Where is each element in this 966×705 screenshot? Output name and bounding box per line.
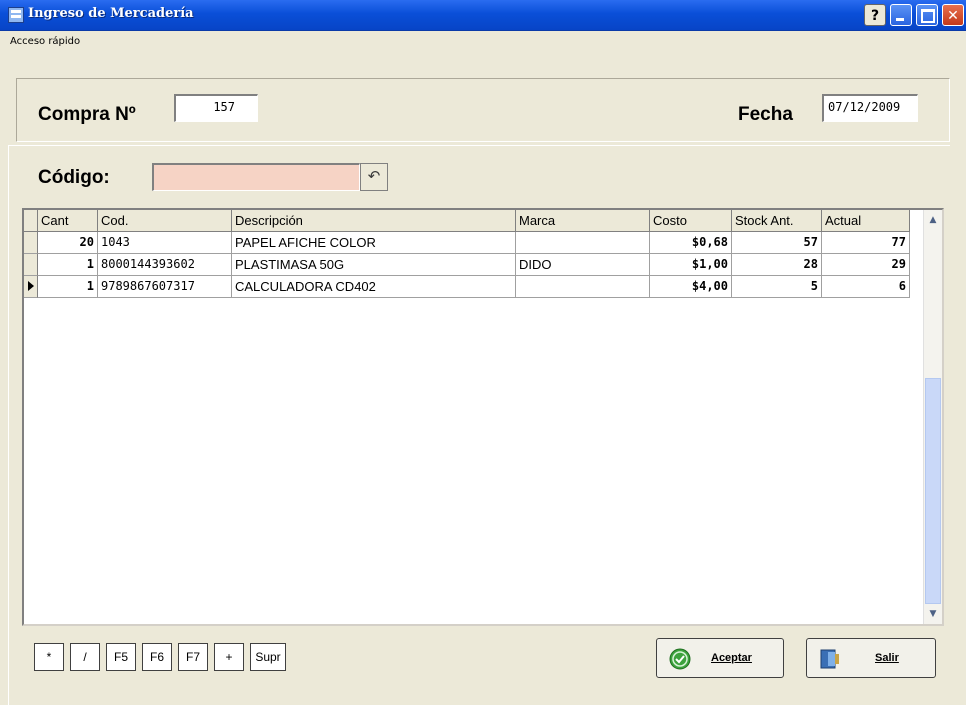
col-header-stock-ant[interactable]: Stock Ant.: [732, 210, 822, 232]
check-circle-icon: [669, 648, 691, 670]
cell-marca[interactable]: DIDO: [516, 254, 650, 276]
compra-number-field[interactable]: 157: [174, 94, 258, 122]
fecha-label: Fecha: [738, 104, 793, 125]
cell-cant[interactable]: 1: [38, 254, 98, 276]
key-plus-button[interactable]: +: [214, 643, 244, 671]
col-header-marca[interactable]: Marca: [516, 210, 650, 232]
title-bar[interactable]: Ingreso de Mercadería ? ✕: [0, 0, 966, 31]
cell-descripcion[interactable]: PLASTIMASA 50G: [232, 254, 516, 276]
menu-item-quick-access[interactable]: Acceso rápido: [10, 36, 80, 47]
cell-costo[interactable]: $4,00: [650, 276, 732, 298]
col-header-actual[interactable]: Actual: [822, 210, 910, 232]
close-button[interactable]: ✕: [942, 4, 964, 26]
codigo-label: Código:: [38, 167, 110, 188]
row-indicator[interactable]: [24, 254, 38, 276]
minimize-button[interactable]: [890, 4, 912, 26]
help-button[interactable]: ?: [864, 4, 886, 26]
menu-bar: Acceso rápido: [0, 31, 966, 55]
col-header-cod[interactable]: Cod.: [98, 210, 232, 232]
compra-number-value: 157: [213, 100, 235, 114]
key-asterisk-button[interactable]: *: [34, 643, 64, 671]
cell-cant[interactable]: 1: [38, 276, 98, 298]
current-row-pointer-icon: [28, 281, 34, 291]
col-header-descripcion[interactable]: Descripción: [232, 210, 516, 232]
scroll-up-icon[interactable]: ▲: [925, 212, 941, 228]
fecha-value: 07/12/2009: [828, 100, 901, 114]
purchase-header-panel: [16, 78, 950, 142]
cell-descripcion[interactable]: CALCULADORA CD402: [232, 276, 516, 298]
cell-actual[interactable]: 77: [822, 232, 910, 254]
accept-label: Aceptar: [711, 652, 752, 664]
cell-actual[interactable]: 29: [822, 254, 910, 276]
key-f6-button[interactable]: F6: [142, 643, 172, 671]
cell-cod[interactable]: 9789867607317: [98, 276, 232, 298]
window-app-icon: [8, 7, 24, 23]
table-row-current[interactable]: 1 9789867607317 CALCULADORA CD402 $4,00 …: [24, 276, 924, 298]
cell-costo[interactable]: $1,00: [650, 254, 732, 276]
col-header-costo[interactable]: Costo: [650, 210, 732, 232]
cell-stock-ant[interactable]: 5: [732, 276, 822, 298]
cell-cant[interactable]: 20: [38, 232, 98, 254]
cell-marca[interactable]: [516, 276, 650, 298]
col-header-cant[interactable]: Cant: [38, 210, 98, 232]
cell-stock-ant[interactable]: 28: [732, 254, 822, 276]
cell-costo[interactable]: $0,68: [650, 232, 732, 254]
row-indicator-current[interactable]: [24, 276, 38, 298]
table-row[interactable]: 20 1043 PAPEL AFICHE COLOR $0,68 57 77: [24, 232, 924, 254]
exit-label: Salir: [875, 652, 899, 664]
key-supr-button[interactable]: Supr: [250, 643, 286, 671]
exit-button[interactable]: Salir: [806, 638, 936, 678]
cell-marca[interactable]: [516, 232, 650, 254]
grid-header-row: Cant Cod. Descripción Marca Costo Stock …: [24, 210, 924, 232]
fecha-field[interactable]: 07/12/2009: [822, 94, 918, 122]
maximize-button[interactable]: [916, 4, 938, 26]
door-exit-icon: [820, 649, 839, 669]
codigo-input[interactable]: [152, 163, 360, 191]
cell-stock-ant[interactable]: 57: [732, 232, 822, 254]
cell-cod[interactable]: 8000144393602: [98, 254, 232, 276]
cell-descripcion[interactable]: PAPEL AFICHE COLOR: [232, 232, 516, 254]
scroll-down-icon[interactable]: ▼: [925, 606, 941, 622]
window-title: Ingreso de Mercadería: [28, 6, 194, 21]
key-f7-button[interactable]: F7: [178, 643, 208, 671]
grid-vertical-scrollbar[interactable]: ▲ ▼: [923, 210, 942, 624]
search-arrow-icon: ↶: [367, 167, 381, 185]
scroll-thumb[interactable]: [925, 378, 941, 604]
compra-label: Compra Nº: [38, 104, 136, 125]
table-row[interactable]: 1 8000144393602 PLASTIMASA 50G DIDO $1,0…: [24, 254, 924, 276]
row-indicator[interactable]: [24, 232, 38, 254]
cell-cod[interactable]: 1043: [98, 232, 232, 254]
row-indicator-header: [24, 210, 38, 232]
items-grid[interactable]: Cant Cod. Descripción Marca Costo Stock …: [22, 208, 944, 626]
codigo-search-button[interactable]: ↶: [360, 163, 388, 191]
key-slash-button[interactable]: /: [70, 643, 100, 671]
accept-button[interactable]: Aceptar: [656, 638, 784, 678]
cell-actual[interactable]: 6: [822, 276, 910, 298]
key-f5-button[interactable]: F5: [106, 643, 136, 671]
